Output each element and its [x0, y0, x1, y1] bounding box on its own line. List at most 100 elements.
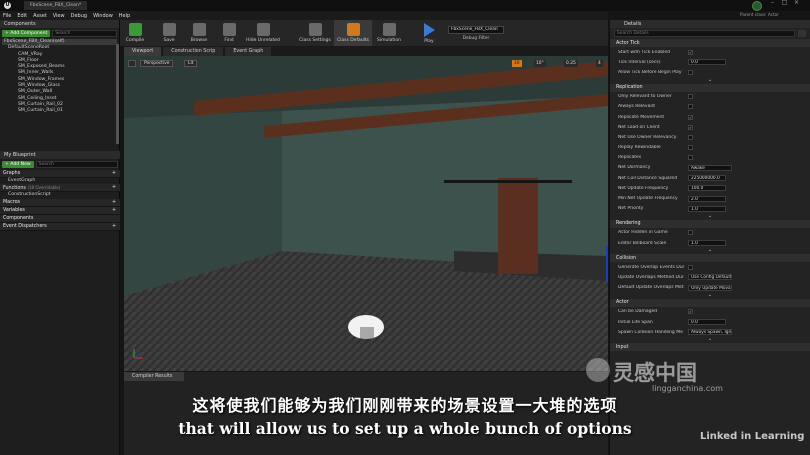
menu-help[interactable]: Help [116, 13, 133, 19]
menu-view[interactable]: View [50, 13, 68, 19]
property-dropdown[interactable]: Always Spawn, Ignore Collisions [688, 329, 732, 336]
property-checkbox[interactable] [688, 264, 693, 270]
menu-file[interactable]: File [0, 13, 14, 19]
property-checkbox[interactable] [688, 134, 693, 140]
rotation-snap-button[interactable]: 10° [534, 60, 546, 67]
property-dropdown[interactable]: Use Config Default [688, 274, 732, 281]
components-scrollbar[interactable] [116, 44, 119, 144]
section-dispatchers-label: Event Dispatchers [3, 223, 47, 229]
compile-label: Compile [125, 38, 145, 43]
details-section[interactable]: Collision [610, 254, 810, 263]
details-row: Only Relevant to Owner [610, 92, 810, 102]
find-button[interactable]: Find [214, 20, 244, 46]
subtitle-zh: 这将使我们能够为我们刚刚带来的场景设置一大堆的选项 [192, 396, 618, 415]
add-variable-icon[interactable]: + [112, 208, 116, 213]
hide-unrelated-icon [256, 23, 270, 36]
compile-button[interactable]: Compile [120, 20, 150, 46]
tab-construction-script[interactable]: Construction Scrip [163, 47, 224, 56]
viewport-options-button[interactable] [128, 60, 136, 67]
section-event-dispatchers[interactable]: Event Dispatchers + [0, 222, 120, 231]
add-graph-icon[interactable]: + [112, 171, 116, 176]
find-icon [222, 23, 236, 36]
property-checkbox[interactable]: ✓ [688, 49, 693, 55]
details-section[interactable]: Input [610, 343, 810, 352]
class-defaults-button[interactable]: Class Defaults [334, 20, 372, 46]
property-field[interactable]: 100.0 [688, 185, 726, 192]
menu-debug[interactable]: Debug [68, 13, 90, 19]
add-dispatcher-icon[interactable]: + [112, 224, 116, 229]
property-dropdown[interactable]: Only Update Movable [688, 284, 732, 291]
property-checkbox[interactable]: ✓ [688, 114, 693, 120]
section-macros[interactable]: Macros + [0, 198, 120, 207]
component-item[interactable]: SM_Curtain_Rail_01 [2, 108, 117, 114]
play-icon [423, 22, 435, 37]
expand-chevron-icon[interactable]: ⌄ [610, 248, 810, 253]
details-section[interactable]: Rendering [610, 219, 810, 228]
play-button[interactable]: Play [414, 20, 444, 46]
window-tab[interactable]: FbxScene_FBX_Clean* [24, 1, 88, 10]
add-function-icon[interactable]: + [112, 185, 116, 190]
add-macro-icon[interactable]: + [112, 200, 116, 205]
details-row: Net Cull Distance Squared 225000000.0 [610, 173, 810, 183]
menu-window[interactable]: Window [90, 13, 116, 19]
compiler-results-tab[interactable]: Compiler Results [124, 372, 184, 381]
blueprint-search-input[interactable]: Search [35, 161, 118, 168]
property-field[interactable]: 0.0 [688, 59, 726, 66]
subtitle-en: that will allow us to set up a whole bun… [178, 419, 632, 438]
details-section[interactable]: Actor [610, 298, 810, 307]
add-new-button[interactable]: + Add New [2, 161, 34, 168]
browse-button[interactable]: Browse [184, 20, 214, 46]
details-row: Net Use Owner Relevancy [610, 132, 810, 142]
lit-button[interactable]: Lit [184, 60, 198, 67]
maximize-button[interactable]: □ [780, 0, 789, 6]
perspective-button[interactable]: Perspective [140, 60, 174, 67]
property-field[interactable]: 2.0 [688, 195, 726, 202]
tab-event-graph[interactable]: Event Graph [225, 47, 272, 56]
details-section[interactable]: Replication [610, 83, 810, 92]
property-label: Replay Rewindable [618, 145, 661, 151]
viewport[interactable]: Perspective Lit 10 10° 0.25 4 [124, 56, 608, 371]
section-graphs[interactable]: Graphs + [0, 170, 120, 178]
hide-unrelated-button[interactable]: Hide Unrelated [244, 20, 282, 46]
property-field[interactable]: 0.0 [688, 319, 726, 326]
property-checkbox[interactable] [688, 230, 693, 236]
property-field[interactable]: 225000000.0 [688, 175, 726, 182]
section-components[interactable]: Components [0, 214, 120, 223]
components-search-input[interactable]: Search [52, 29, 117, 37]
grid-snap-button[interactable]: 10 [512, 60, 522, 67]
lingganchina-brand: 灵感中国 [613, 361, 697, 385]
simulation-button[interactable]: Simulation [372, 20, 406, 46]
details-search-input[interactable]: Search Details [614, 29, 795, 37]
save-button[interactable]: Save [154, 20, 184, 46]
property-checkbox[interactable]: ✓ [688, 309, 693, 315]
menu-edit[interactable]: Edit [14, 13, 30, 19]
details-section[interactable]: Actor Tick [610, 39, 810, 47]
property-checkbox[interactable] [688, 155, 693, 161]
close-button[interactable]: × [792, 0, 801, 6]
debug-object-select[interactable]: FbxScene_FBX_Clean [448, 25, 504, 34]
add-component-button[interactable]: + Add Component [2, 29, 51, 37]
property-field[interactable]: 1.0 [688, 240, 726, 247]
view-options-icon[interactable] [798, 29, 806, 37]
menu-asset[interactable]: Asset [30, 13, 50, 19]
scale-snap-button[interactable]: 0.25 [564, 60, 578, 67]
property-checkbox[interactable] [688, 104, 693, 110]
property-dropdown[interactable]: Awake [688, 164, 732, 171]
property-field[interactable]: 1.0 [688, 205, 726, 212]
tab-viewport[interactable]: Viewport [124, 47, 162, 56]
minimize-button[interactable]: – [768, 0, 777, 6]
expand-chevron-icon[interactable]: ⌄ [610, 292, 810, 298]
source-control-icon[interactable] [752, 1, 762, 11]
tab-construction-label: Construction Scrip [171, 49, 216, 54]
property-checkbox[interactable] [688, 94, 693, 100]
property-checkbox[interactable] [688, 69, 693, 75]
property-checkbox[interactable] [688, 145, 693, 151]
expand-chevron-icon[interactable]: ⌄ [610, 77, 810, 83]
details-title: Details [624, 21, 642, 27]
camera-speed-button[interactable]: 4 [596, 60, 603, 67]
class-settings-button[interactable]: Class Settings [296, 20, 334, 46]
property-checkbox[interactable]: ✓ [688, 124, 693, 130]
expand-chevron-icon[interactable]: ⌄ [610, 337, 810, 342]
expand-chevron-icon[interactable]: ⌄ [610, 213, 810, 219]
section-variables[interactable]: Variables + [0, 206, 120, 215]
